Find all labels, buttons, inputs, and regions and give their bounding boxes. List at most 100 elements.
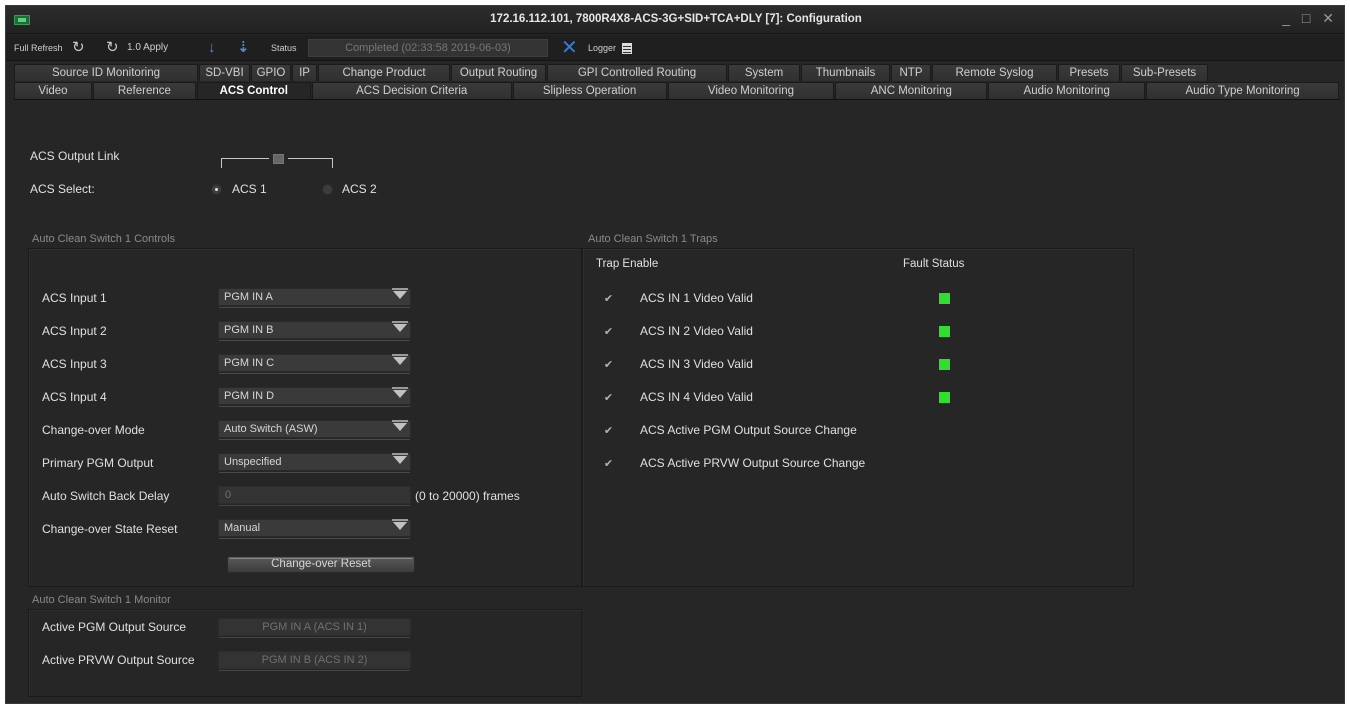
trap-4-checkbox[interactable]: ✔ (603, 393, 614, 404)
apply-icon[interactable]: ↻ (106, 35, 119, 61)
status-value: Completed (02:33:58 2019-06-03) (308, 39, 548, 57)
tab-audio-monitoring[interactable]: Audio Monitoring (988, 82, 1146, 99)
trap-2-label: ACS IN 2 Video Valid (640, 324, 753, 338)
trap-4-fault-led (939, 392, 950, 403)
tab-slipless-operation[interactable]: Slipless Operation (512, 82, 667, 99)
trap-2-checkbox[interactable]: ✔ (603, 327, 614, 338)
acs-input-2-dropdown[interactable]: PGM IN B (218, 321, 411, 341)
toolbar: Full Refresh ↻ ↻ 1.0 Apply ↓ ⇣ Status Co… (6, 35, 1344, 61)
trap-1-label: ACS IN 1 Video Valid (640, 291, 753, 305)
chevron-down-icon (392, 453, 408, 464)
tab-gpi-controlled-routing[interactable]: GPI Controlled Routing (547, 64, 727, 81)
acs-output-link-label: ACS Output Link (30, 149, 120, 163)
active-prvw-output-source-label: Active PRVW Output Source (42, 653, 195, 667)
tab-source-id-monitoring[interactable]: Source ID Monitoring (14, 64, 198, 81)
trap-3-checkbox[interactable]: ✔ (603, 360, 614, 371)
window-controls: _ □ ✕ (1282, 10, 1338, 27)
chevron-down-icon (392, 354, 408, 365)
download-icon[interactable]: ↓ (208, 35, 216, 61)
acs-1-radio[interactable] (211, 184, 222, 195)
tab-row-2: Video Reference ACS Control ACS Decision… (14, 82, 1340, 99)
trap-6-checkbox[interactable]: ✔ (603, 459, 614, 470)
maximize-icon[interactable]: □ (1302, 10, 1314, 26)
apply-label[interactable]: 1.0 Apply (127, 35, 168, 61)
acs-input-3-label: ACS Input 3 (42, 357, 107, 371)
tab-ntp[interactable]: NTP (891, 64, 931, 81)
change-over-state-reset-value: Manual (224, 522, 261, 534)
tab-audio-type-monitoring[interactable]: Audio Type Monitoring (1146, 82, 1339, 99)
upload-icon[interactable]: ⇣ (237, 35, 250, 61)
controls-group-title: Auto Clean Switch 1 Controls (32, 233, 176, 245)
trap-5-label: ACS Active PGM Output Source Change (640, 423, 857, 437)
change-over-state-reset-dropdown[interactable]: Manual (218, 519, 411, 539)
tab-anc-monitoring[interactable]: ANC Monitoring (835, 82, 988, 99)
tab-reference[interactable]: Reference (92, 82, 196, 99)
change-over-reset-button[interactable]: Change-over Reset (227, 556, 415, 573)
change-over-state-reset-label: Change-over State Reset (42, 522, 178, 536)
tab-remote-syslog[interactable]: Remote Syslog (932, 64, 1057, 81)
change-over-mode-value: Auto Switch (ASW) (224, 423, 318, 435)
active-pgm-output-source-label: Active PGM Output Source (42, 620, 187, 634)
acs-input-3-dropdown[interactable]: PGM IN C (218, 354, 411, 374)
output-link-bar-right (288, 158, 333, 159)
output-link-tick-right (332, 158, 333, 168)
tab-thumbnails[interactable]: Thumbnails (801, 64, 890, 81)
acs-input-4-value: PGM IN D (224, 390, 275, 402)
delay-unit-label: (0 to 20000) frames (415, 489, 520, 503)
minimize-icon[interactable]: _ (1282, 10, 1294, 26)
auto-switch-back-delay-label: Auto Switch Back Delay (42, 489, 170, 503)
acs-output-link-switch[interactable] (221, 154, 333, 176)
acs-input-1-label: ACS Input 1 (42, 291, 107, 305)
tab-sd-vbi[interactable]: SD-VBI (199, 64, 250, 81)
tab-ip[interactable]: IP (292, 64, 317, 81)
close-icon[interactable]: ✕ (1322, 10, 1338, 26)
acs-input-2-label: ACS Input 2 (42, 324, 107, 338)
configuration-window: 172.16.112.101, 7800R4X8-ACS-3G+SID+TCA+… (5, 5, 1345, 704)
trap-5-checkbox[interactable]: ✔ (603, 426, 614, 437)
acs-1-label[interactable]: ACS 1 (232, 182, 267, 196)
output-link-bar-left (221, 158, 269, 159)
tab-change-product[interactable]: Change Product (318, 64, 450, 81)
auto-switch-back-delay-input[interactable]: 0 (218, 486, 411, 506)
acs-2-label[interactable]: ACS 2 (342, 182, 377, 196)
trap-3-fault-led (939, 359, 950, 370)
logger-list-icon[interactable] (622, 43, 632, 54)
primary-pgm-output-value: Unspecified (224, 456, 282, 468)
tab-divider (14, 99, 1340, 100)
acs-input-4-dropdown[interactable]: PGM IN D (218, 387, 411, 407)
logger-label[interactable]: Logger (588, 35, 616, 61)
full-refresh-label[interactable]: Full Refresh (14, 35, 63, 61)
chevron-down-icon (392, 519, 408, 530)
chevron-down-icon (392, 420, 408, 431)
tab-presets[interactable]: Presets (1058, 64, 1120, 81)
tab-video[interactable]: Video (14, 82, 92, 99)
status-label: Status (271, 43, 297, 53)
title-bar: 172.16.112.101, 7800R4X8-ACS-3G+SID+TCA+… (6, 6, 1344, 34)
tab-video-monitoring[interactable]: Video Monitoring (667, 82, 835, 99)
tab-output-routing[interactable]: Output Routing (451, 64, 546, 81)
chevron-down-icon (392, 321, 408, 332)
tab-system[interactable]: System (728, 64, 800, 81)
active-prvw-output-source-value: PGM IN B (ACS IN 2) (218, 651, 411, 671)
trap-2-fault-led (939, 326, 950, 337)
tab-acs-decision-criteria[interactable]: ACS Decision Criteria (311, 82, 512, 99)
chevron-down-icon (392, 288, 408, 299)
acs-input-3-value: PGM IN C (224, 357, 275, 369)
trap-4-label: ACS IN 4 Video Valid (640, 390, 753, 404)
fault-status-header: Fault Status (903, 258, 965, 270)
trap-enable-header: Trap Enable (596, 258, 659, 270)
tab-row-1: Source ID Monitoring SD-VBI GPIO IP Chan… (14, 64, 1340, 81)
output-link-knob[interactable] (273, 154, 284, 164)
trap-1-checkbox[interactable]: ✔ (603, 294, 614, 305)
refresh-icon[interactable]: ↻ (72, 35, 85, 61)
tab-acs-control[interactable]: ACS Control (196, 82, 311, 99)
logger-x-icon[interactable]: ✕ (561, 36, 578, 60)
acs-2-radio[interactable] (322, 184, 333, 195)
tab-gpio[interactable]: GPIO (251, 64, 291, 81)
acs-input-4-label: ACS Input 4 (42, 390, 107, 404)
acs-input-1-dropdown[interactable]: PGM IN A (218, 288, 411, 308)
change-over-mode-dropdown[interactable]: Auto Switch (ASW) (218, 420, 411, 440)
primary-pgm-output-dropdown[interactable]: Unspecified (218, 453, 411, 473)
acs-input-1-value: PGM IN A (224, 291, 273, 303)
tab-sub-presets[interactable]: Sub-Presets (1121, 64, 1208, 81)
